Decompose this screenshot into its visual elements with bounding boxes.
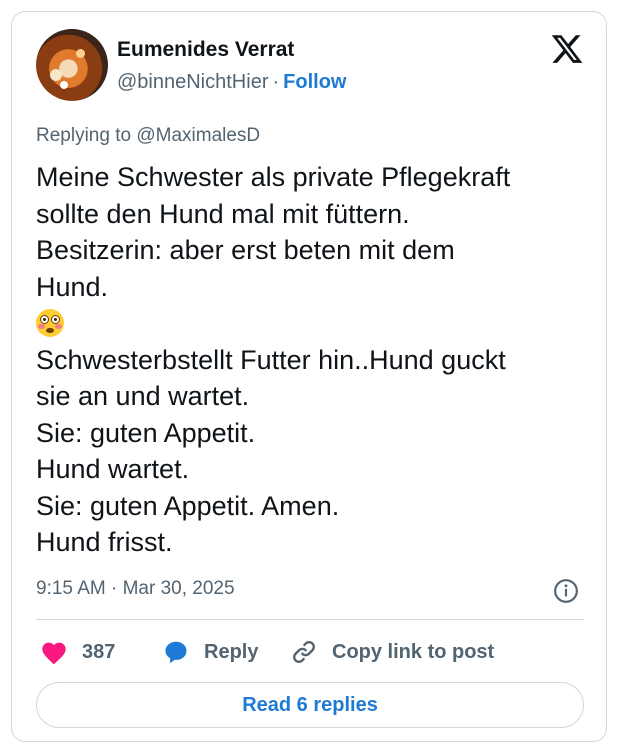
tweet-line: Hund wartet. bbox=[36, 454, 190, 484]
action-bar: 387 Reply Copy link to post bbox=[36, 634, 584, 670]
tweet-card: Eumenides Verrat @binneNichtHier · Follow … bbox=[11, 11, 607, 742]
tweet-line: Hund. bbox=[36, 271, 109, 302]
reply-button[interactable]: Reply bbox=[162, 634, 258, 670]
tweet-text: Meine Schwester als private Pflegekraft … bbox=[36, 159, 596, 561]
author-display-name[interactable]: Eumenides Verrat bbox=[117, 38, 294, 62]
timestamp-separator: · bbox=[111, 578, 118, 599]
tweet-line: Schwesterbstellt Futter hin..Hund guckt bbox=[36, 344, 506, 375]
avatar-detail bbox=[60, 81, 68, 89]
copy-link-label: Copy link to post bbox=[332, 640, 495, 663]
replying-to[interactable]: Replying to @MaximalesD bbox=[36, 125, 260, 147]
handle-separator: · bbox=[272, 71, 280, 93]
avatar-detail bbox=[50, 69, 62, 81]
tweet-time: 9:15 AM bbox=[36, 578, 106, 599]
copy-link-button[interactable]: Copy link to post bbox=[290, 634, 494, 670]
author-handle-line: @binneNichtHier · Follow bbox=[117, 71, 346, 94]
tweet-timestamp[interactable]: 9:15 AM · Mar 30, 2025 bbox=[36, 578, 235, 600]
avatar[interactable] bbox=[36, 29, 108, 101]
tweet-line: Sie: guten Appetit. Amen. bbox=[36, 490, 340, 521]
like-count: 387 bbox=[82, 640, 116, 663]
heart-icon bbox=[42, 642, 66, 665]
read-replies-button[interactable]: Read 6 replies bbox=[36, 682, 584, 728]
flushed-face-icon bbox=[36, 309, 64, 337]
tweet-line: Sie: guten Appetit. bbox=[36, 417, 256, 448]
info-icon[interactable] bbox=[553, 578, 579, 604]
tweet-line: Besitzerin: aber erst beten mit dem bbox=[36, 235, 455, 265]
tweet-line: Hund frisst. bbox=[36, 527, 173, 557]
reply-bubble-icon bbox=[165, 641, 187, 664]
avatar-detail bbox=[76, 49, 85, 58]
tweet-line-emoji bbox=[36, 305, 596, 342]
author-handle[interactable]: @binneNichtHier bbox=[117, 71, 268, 93]
reply-label: Reply bbox=[204, 640, 259, 663]
tweet-line: sollte den Hund mal mit füttern. bbox=[36, 198, 410, 229]
x-logo-icon[interactable] bbox=[550, 32, 584, 66]
link-icon bbox=[293, 641, 315, 663]
follow-button[interactable]: Follow bbox=[283, 71, 346, 93]
like-button[interactable]: 387 bbox=[40, 634, 115, 670]
tweet-date: Mar 30, 2025 bbox=[122, 578, 235, 599]
tweet-line: sie an und wartet. bbox=[36, 381, 250, 411]
tweet-line: Meine Schwester als private Pflegekraft bbox=[36, 162, 511, 192]
divider bbox=[36, 619, 584, 620]
